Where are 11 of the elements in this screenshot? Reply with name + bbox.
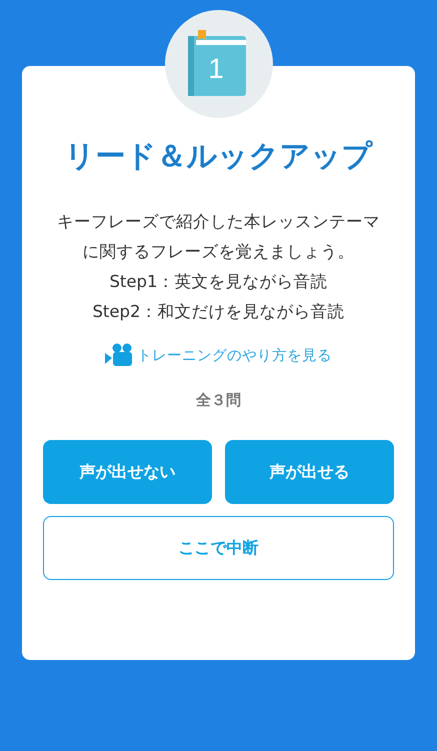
answer-button[interactable]: 声が出せる <box>225 440 394 504</box>
book-icon <box>188 30 248 96</box>
title: リード＆ルックアップ <box>64 138 372 176</box>
video-camera-icon <box>105 343 133 367</box>
pause-button[interactable]: ここで中断 <box>43 516 394 580</box>
description: キーフレーズで紹介した本レッスンテーマに関するフレーズを覚えましょう。 Step1：英文を見ながら音読 Step2：和文だけを見ながら音読 <box>56 211 381 323</box>
answer-button[interactable]: 声が出せない <box>43 440 212 504</box>
book-number: 1 <box>208 53 224 85</box>
video-link[interactable]: トレーニングのやり方を見る <box>105 343 332 367</box>
question-count: 全３問 <box>196 391 241 410</box>
video-link-text[interactable]: トレーニングのやり方を見る <box>137 346 332 364</box>
